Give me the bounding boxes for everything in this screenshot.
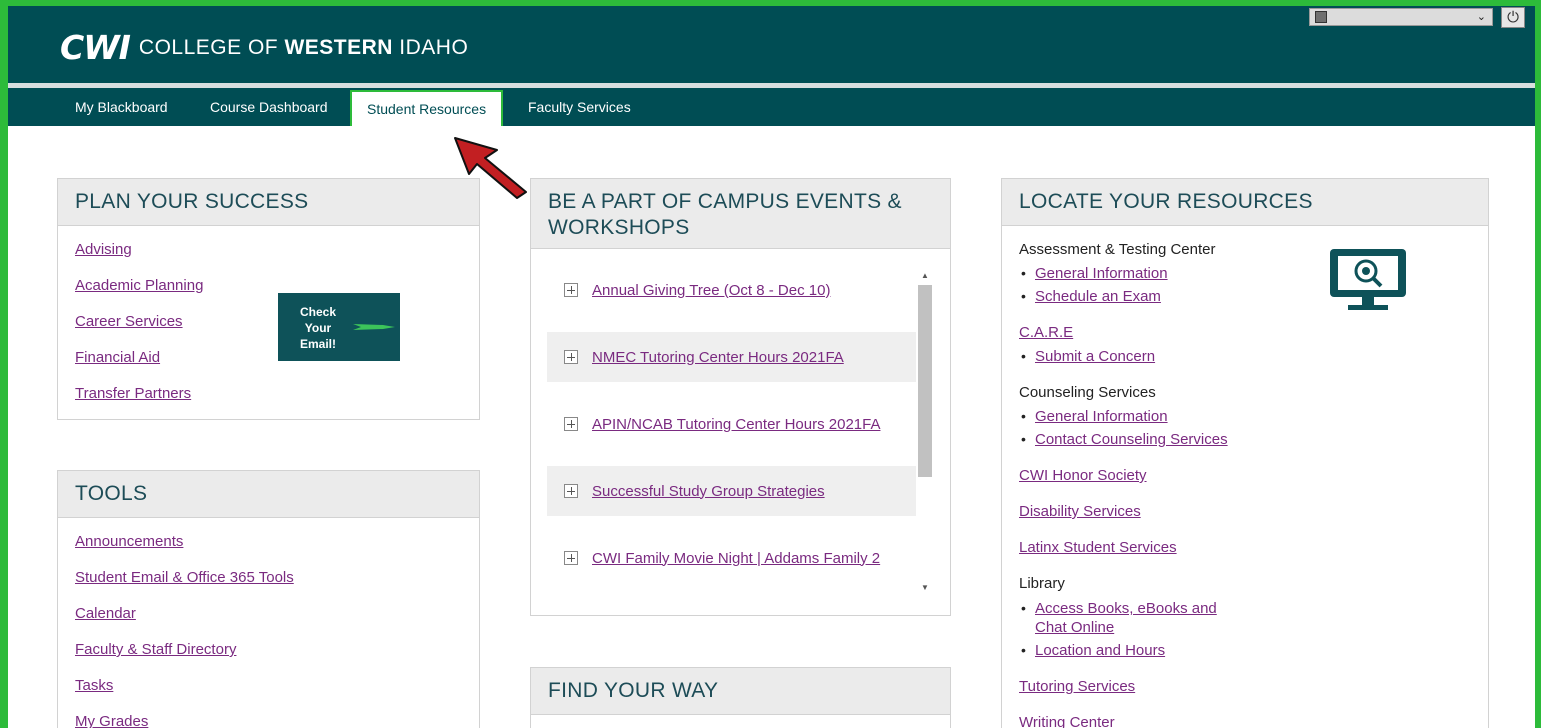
- library-books-line-1: Access Books, eBooks and: [1035, 600, 1217, 617]
- expand-icon[interactable]: [564, 350, 578, 364]
- latinx-services-link[interactable]: Latinx Student Services: [1019, 539, 1177, 556]
- event-link[interactable]: CWI Family Movie Night | Addams Family 2: [592, 550, 880, 567]
- calendar-link[interactable]: Calendar: [75, 605, 136, 622]
- tools-panel: TOOLS Announcements Student Email & Offi…: [57, 470, 480, 728]
- find-panel-title: FIND YOUR WAY: [531, 668, 950, 715]
- care-link[interactable]: C.A.R.E: [1019, 324, 1073, 341]
- expand-icon[interactable]: [564, 283, 578, 297]
- power-icon: ⏻: [1507, 9, 1519, 26]
- chevron-down-icon: ⌄: [1476, 11, 1486, 23]
- find-your-way-panel: FIND YOUR WAY: [530, 667, 951, 728]
- logo-bold: WESTERN: [284, 35, 393, 59]
- assessment-general-link[interactable]: General Information: [1021, 265, 1168, 282]
- disability-services-link[interactable]: Disability Services: [1019, 503, 1141, 520]
- submit-concern-link[interactable]: Submit a Concern: [1021, 348, 1155, 365]
- tab-my-blackboard[interactable]: My Blackboard: [75, 88, 168, 126]
- page-frame: CWI COLLEGE OF WESTERN IDAHO ⌄ ⏻ My Blac…: [8, 6, 1535, 728]
- tab-course-dashboard[interactable]: Course Dashboard: [210, 88, 328, 126]
- list-item[interactable]: NMEC Tutoring Center Hours 2021FA: [547, 332, 916, 382]
- tutoring-services-link[interactable]: Tutoring Services: [1019, 678, 1135, 695]
- avatar: [1315, 11, 1327, 23]
- list-item[interactable]: Successful Study Group Strategies: [547, 466, 916, 516]
- expand-icon[interactable]: [564, 484, 578, 498]
- announcements-link[interactable]: Announcements: [75, 533, 183, 550]
- contact-counseling-link[interactable]: Contact Counseling Services: [1021, 431, 1228, 448]
- header-banner: CWI COLLEGE OF WESTERN IDAHO ⌄ ⏻: [8, 6, 1535, 83]
- check-email-button[interactable]: Check Your Email!: [278, 293, 400, 361]
- logout-button[interactable]: ⏻: [1501, 7, 1525, 28]
- event-link[interactable]: NMEC Tutoring Center Hours 2021FA: [592, 349, 844, 366]
- counseling-general-link[interactable]: General Information: [1021, 408, 1168, 425]
- locate-resources-panel: LOCATE YOUR RESOURCES Assessment & Testi…: [1001, 178, 1489, 728]
- transfer-partners-link[interactable]: Transfer Partners: [75, 385, 191, 402]
- event-link[interactable]: Successful Study Group Strategies: [592, 483, 825, 500]
- list-item[interactable]: CWI Family Movie Night | Addams Family 2: [547, 533, 916, 583]
- scroll-up-icon[interactable]: ▲: [921, 271, 929, 280]
- scroll-thumb[interactable]: [918, 285, 932, 477]
- events-scrollbar[interactable]: ▲ ▼: [916, 265, 934, 599]
- event-link[interactable]: APIN/NCAB Tutoring Center Hours 2021FA: [592, 416, 880, 433]
- directory-link[interactable]: Faculty & Staff Directory: [75, 641, 236, 658]
- writing-center-link[interactable]: Writing Center: [1019, 714, 1115, 728]
- events-panel-title: BE A PART OF CAMPUS EVENTS & WORKSHOPS: [531, 179, 950, 249]
- user-menu-select[interactable]: ⌄: [1309, 8, 1493, 26]
- arrow-right-icon: [353, 324, 395, 330]
- expand-icon[interactable]: [564, 417, 578, 431]
- tab-faculty-services[interactable]: Faculty Services: [528, 88, 631, 126]
- tools-panel-title: TOOLS: [58, 471, 479, 518]
- student-email-link[interactable]: Student Email & Office 365 Tools: [75, 569, 294, 586]
- library-books-link[interactable]: Access Books, eBooks and Chat Online: [1021, 599, 1217, 637]
- monitor-search-icon: [1330, 249, 1406, 310]
- schedule-exam-link[interactable]: Schedule an Exam: [1021, 288, 1161, 305]
- assessment-heading: Assessment & Testing Center: [1019, 241, 1216, 258]
- main-nav: My Blackboard Course Dashboard Student R…: [8, 88, 1535, 126]
- library-heading: Library: [1019, 575, 1065, 592]
- college-logo[interactable]: CWI COLLEGE OF WESTERN IDAHO: [60, 28, 468, 67]
- campus-events-panel: BE A PART OF CAMPUS EVENTS & WORKSHOPS A…: [530, 178, 951, 616]
- scroll-down-icon[interactable]: ▼: [921, 583, 929, 592]
- plan-panel-title: PLAN YOUR SUCCESS: [58, 179, 479, 226]
- resources-panel-title: LOCATE YOUR RESOURCES: [1002, 179, 1488, 226]
- expand-icon[interactable]: [564, 551, 578, 565]
- event-link[interactable]: Annual Giving Tree (Oct 8 - Dec 10): [592, 282, 830, 299]
- counseling-heading: Counseling Services: [1019, 384, 1156, 401]
- library-location-link[interactable]: Location and Hours: [1021, 642, 1165, 659]
- advising-link[interactable]: Advising: [75, 241, 132, 258]
- academic-planning-link[interactable]: Academic Planning: [75, 277, 203, 294]
- list-item[interactable]: APIN/NCAB Tutoring Center Hours 2021FA: [547, 399, 916, 449]
- logo-suffix: IDAHO: [392, 35, 469, 59]
- tasks-link[interactable]: Tasks: [75, 677, 113, 694]
- career-services-link[interactable]: Career Services: [75, 313, 183, 330]
- honor-society-link[interactable]: CWI Honor Society: [1019, 467, 1147, 484]
- list-item[interactable]: Annual Giving Tree (Oct 8 - Dec 10): [547, 265, 916, 315]
- logo-prefix: COLLEGE OF: [138, 35, 285, 59]
- plan-your-success-panel: PLAN YOUR SUCCESS Advising Academic Plan…: [57, 178, 480, 420]
- tab-student-resources[interactable]: Student Resources: [350, 90, 504, 126]
- library-books-line-2: Chat Online: [1035, 619, 1115, 636]
- financial-aid-link[interactable]: Financial Aid: [75, 349, 160, 366]
- my-grades-link[interactable]: My Grades: [75, 713, 148, 728]
- logo-mark: CWI: [60, 28, 131, 67]
- check-email-label: Check Your Email!: [299, 305, 337, 351]
- logo-text: COLLEGE OF WESTERN IDAHO: [139, 36, 468, 60]
